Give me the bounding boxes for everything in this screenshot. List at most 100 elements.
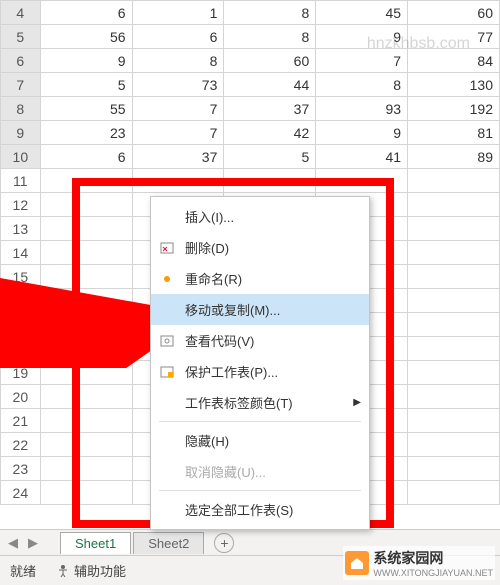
row-header[interactable]: 24	[1, 481, 41, 505]
cell[interactable]	[408, 193, 500, 217]
table-row[interactable]: 1063754189	[1, 145, 500, 169]
row-header[interactable]: 6	[1, 49, 41, 73]
table-row[interactable]: 923742981	[1, 121, 500, 145]
cell[interactable]: 7	[316, 49, 408, 73]
cell[interactable]	[40, 361, 132, 385]
menu-rename[interactable]: 重命名(R)	[151, 263, 369, 294]
cell[interactable]: 9	[316, 25, 408, 49]
row-header[interactable]: 7	[1, 73, 41, 97]
row-header[interactable]: 12	[1, 193, 41, 217]
tab-nav-arrows[interactable]: ◀ ▶	[8, 535, 38, 551]
row-header[interactable]: 9	[1, 121, 41, 145]
tab-sheet2[interactable]: Sheet2	[133, 532, 204, 554]
cell[interactable]	[40, 313, 132, 337]
menu-move-copy[interactable]: 移动或复制(M)...	[151, 294, 369, 325]
row-header[interactable]: 10	[1, 145, 41, 169]
cell[interactable]: 5	[40, 73, 132, 97]
menu-select-all[interactable]: 选定全部工作表(S)	[151, 494, 369, 525]
cell[interactable]: 44	[224, 73, 316, 97]
table-row[interactable]: 46184560	[1, 1, 500, 25]
cell[interactable]	[40, 241, 132, 265]
cell[interactable]: 192	[408, 97, 500, 121]
cell[interactable]: 89	[408, 145, 500, 169]
row-header[interactable]: 17	[1, 313, 41, 337]
cell[interactable]: 6	[132, 25, 224, 49]
cell[interactable]: 5	[224, 145, 316, 169]
cell[interactable]: 81	[408, 121, 500, 145]
row-header[interactable]: 22	[1, 433, 41, 457]
row-header[interactable]: 19	[1, 361, 41, 385]
cell[interactable]	[40, 337, 132, 361]
cell[interactable]: 8	[316, 73, 408, 97]
cell[interactable]	[408, 265, 500, 289]
cell[interactable]	[408, 385, 500, 409]
cell[interactable]	[408, 433, 500, 457]
cell[interactable]	[408, 241, 500, 265]
cell[interactable]	[408, 457, 500, 481]
row-header[interactable]: 4	[1, 1, 41, 25]
table-row[interactable]: 69860784	[1, 49, 500, 73]
cell[interactable]: 73	[132, 73, 224, 97]
cell[interactable]: 55	[40, 97, 132, 121]
tab-sheet1[interactable]: Sheet1	[60, 532, 131, 554]
cell[interactable]: 37	[224, 97, 316, 121]
cell[interactable]: 77	[408, 25, 500, 49]
cell[interactable]	[408, 337, 500, 361]
cell[interactable]: 60	[408, 1, 500, 25]
menu-delete[interactable]: 删除(D)	[151, 232, 369, 263]
table-row[interactable]: 55668977	[1, 25, 500, 49]
cell[interactable]	[40, 217, 132, 241]
table-row[interactable]: 7573448130	[1, 73, 500, 97]
cell[interactable]: 84	[408, 49, 500, 73]
cell[interactable]	[408, 217, 500, 241]
menu-insert[interactable]: 插入(I)...	[151, 201, 369, 232]
cell[interactable]	[132, 169, 224, 193]
menu-hide[interactable]: 隐藏(H)	[151, 425, 369, 456]
cell[interactable]	[224, 169, 316, 193]
row-header[interactable]: 20	[1, 385, 41, 409]
cell[interactable]	[40, 193, 132, 217]
menu-view-code[interactable]: 查看代码(V)	[151, 325, 369, 356]
row-header[interactable]: 18	[1, 337, 41, 361]
cell[interactable]	[40, 457, 132, 481]
row-header[interactable]: 23	[1, 457, 41, 481]
table-row[interactable]: 85573793192	[1, 97, 500, 121]
cell[interactable]	[40, 169, 132, 193]
menu-protect[interactable]: 保护工作表(P)...	[151, 356, 369, 387]
nav-prev-icon[interactable]: ◀	[8, 535, 18, 551]
cell[interactable]: 41	[316, 145, 408, 169]
cell[interactable]: 1	[132, 1, 224, 25]
row-header[interactable]: 14	[1, 241, 41, 265]
cell[interactable]	[408, 361, 500, 385]
table-row[interactable]: 11	[1, 169, 500, 193]
cell[interactable]: 130	[408, 73, 500, 97]
row-header[interactable]: 11	[1, 169, 41, 193]
cell[interactable]: 8	[224, 25, 316, 49]
row-header[interactable]: 15	[1, 265, 41, 289]
cell[interactable]: 42	[224, 121, 316, 145]
row-header[interactable]: 5	[1, 25, 41, 49]
cell[interactable]: 8	[132, 49, 224, 73]
cell[interactable]: 9	[40, 49, 132, 73]
cell[interactable]: 8	[224, 1, 316, 25]
cell[interactable]	[40, 289, 132, 313]
cell[interactable]	[40, 409, 132, 433]
cell[interactable]: 6	[40, 1, 132, 25]
cell[interactable]	[40, 481, 132, 505]
cell[interactable]: 37	[132, 145, 224, 169]
cell[interactable]: 56	[40, 25, 132, 49]
cell[interactable]	[40, 265, 132, 289]
cell[interactable]	[408, 481, 500, 505]
row-header[interactable]: 13	[1, 217, 41, 241]
cell[interactable]	[408, 313, 500, 337]
cell[interactable]: 6	[40, 145, 132, 169]
cell[interactable]	[316, 169, 408, 193]
cell[interactable]: 7	[132, 97, 224, 121]
accessibility-status[interactable]: 辅助功能	[56, 561, 126, 580]
cell[interactable]	[408, 409, 500, 433]
new-sheet-button[interactable]: +	[214, 533, 234, 553]
cell[interactable]: 45	[316, 1, 408, 25]
row-header[interactable]: 21	[1, 409, 41, 433]
menu-tab-color[interactable]: 工作表标签颜色(T) ▶	[151, 387, 369, 418]
cell[interactable]	[408, 169, 500, 193]
